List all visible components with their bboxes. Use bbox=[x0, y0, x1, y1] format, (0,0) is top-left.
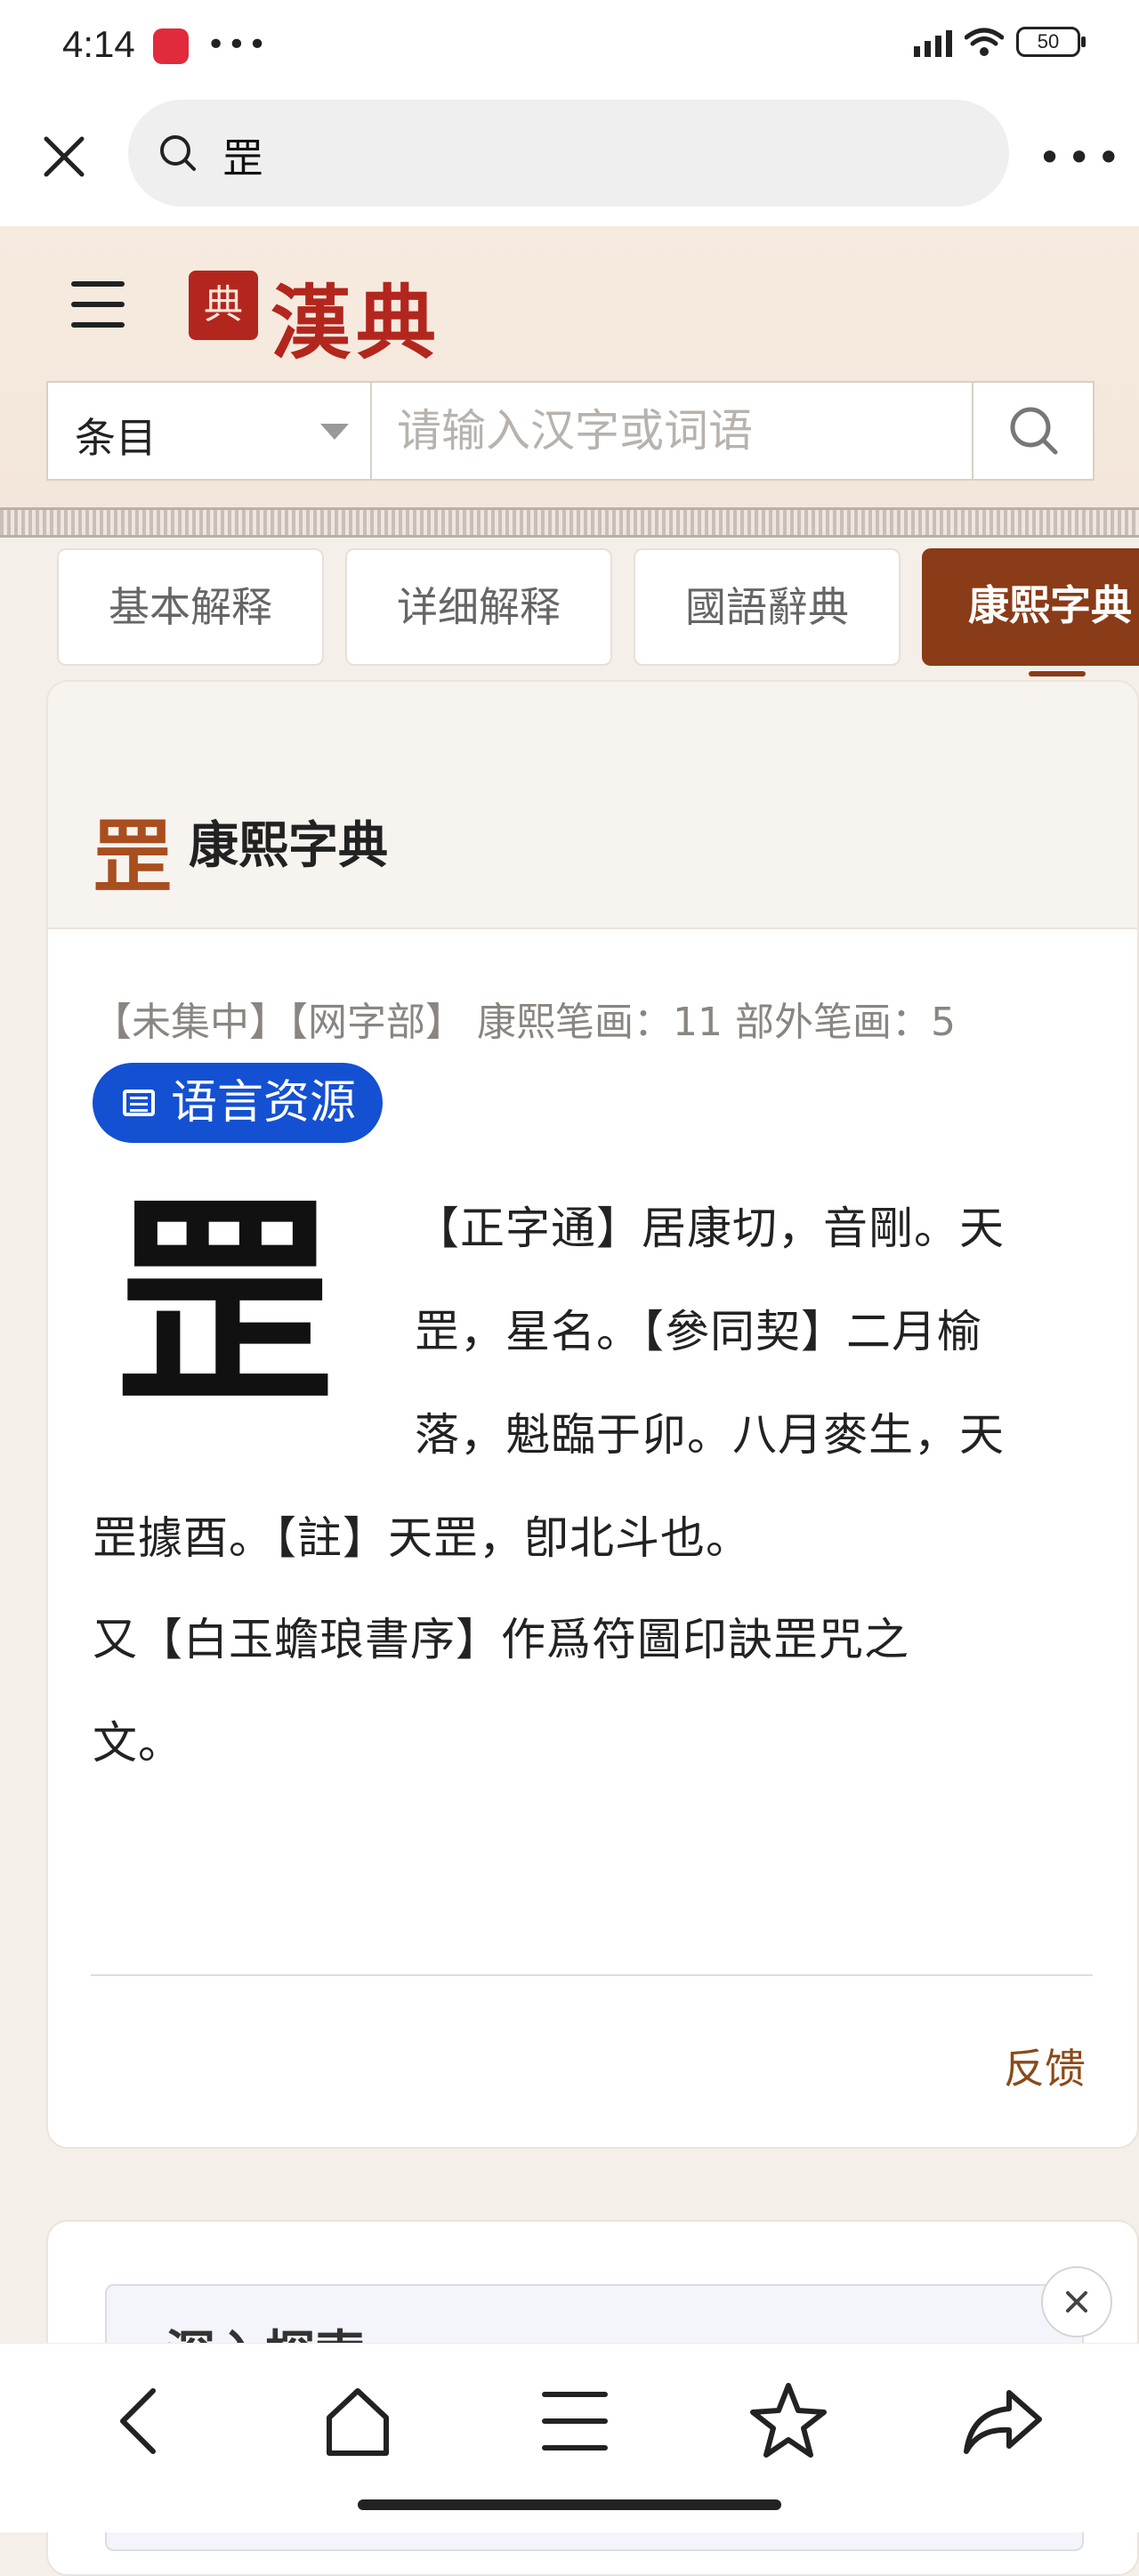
tab-kangxi-dictionary[interactable]: 康熙字典 bbox=[922, 548, 1139, 666]
tab-basic-explanation[interactable]: 基本解释 bbox=[57, 548, 324, 666]
status-more-dots: ••• bbox=[206, 27, 269, 63]
hamburger-menu-icon[interactable] bbox=[71, 281, 125, 328]
language-resource-button[interactable]: 语言资源 bbox=[93, 1063, 384, 1143]
logo-seal[interactable]: 典 bbox=[189, 271, 258, 340]
address-query[interactable]: 罡 bbox=[222, 126, 263, 185]
menu-icon[interactable] bbox=[530, 2377, 619, 2466]
status-time: 4:14 bbox=[62, 23, 135, 65]
document-icon bbox=[123, 1090, 155, 1116]
entry-meta: 【未集中】【网字部】 康熙笔画：11 部外笔画：5 bbox=[93, 1000, 956, 1045]
entry-text-line: 罡，星名。【參同契】二月榆 bbox=[415, 1306, 982, 1357]
divider bbox=[91, 1974, 1093, 1976]
tab-guoyu-dictionary[interactable]: 國語辭典 bbox=[634, 548, 901, 666]
battery-level: 50 bbox=[1037, 30, 1060, 53]
close-icon bbox=[1066, 2291, 1087, 2313]
browser-more-menu[interactable]: ••• bbox=[1038, 134, 1126, 182]
kangxi-glyph-image: 罡 bbox=[114, 1173, 336, 1435]
search-icon bbox=[160, 135, 196, 171]
site-logo[interactable]: 漢典 bbox=[271, 258, 441, 374]
entry-dictionary-title: 康熙字典 bbox=[189, 817, 388, 875]
entry-text-line: 落，魁臨于卯。八月麥生，天 bbox=[415, 1409, 1005, 1461]
feedback-link[interactable]: 反馈 bbox=[1004, 2037, 1086, 2095]
close-icon[interactable] bbox=[39, 132, 89, 182]
app-notification-icon bbox=[153, 28, 189, 64]
bookmark-star-icon[interactable] bbox=[744, 2377, 833, 2466]
entry-character: 罡 bbox=[93, 810, 173, 904]
wifi-icon bbox=[965, 28, 1004, 56]
search-input[interactable] bbox=[374, 383, 972, 479]
entry-text-line: 文。 bbox=[93, 1717, 183, 1769]
cellular-signal-icon bbox=[914, 27, 952, 57]
chevron-down-icon[interactable] bbox=[320, 424, 349, 440]
close-button[interactable] bbox=[1041, 2266, 1112, 2337]
search-icon bbox=[1010, 407, 1058, 455]
decorative-border bbox=[0, 507, 1139, 538]
home-indicator[interactable] bbox=[358, 2499, 781, 2510]
search-category-label[interactable]: 条目 bbox=[75, 406, 157, 465]
entry-text-line: 【正字通】居康切，音剛。天 bbox=[415, 1203, 1005, 1254]
back-icon[interactable] bbox=[96, 2377, 185, 2466]
share-icon[interactable] bbox=[957, 2377, 1046, 2466]
tab-detailed-explanation[interactable]: 详细解释 bbox=[345, 548, 612, 666]
language-resource-label: 语言资源 bbox=[171, 1076, 357, 1130]
search-button[interactable] bbox=[972, 383, 1093, 479]
entry-text-line: 罡據酉。【註】天罡，卽北斗也。 bbox=[93, 1512, 751, 1564]
status-indicators: 50 bbox=[914, 27, 1086, 57]
active-tab-indicator bbox=[1029, 671, 1086, 676]
home-icon[interactable] bbox=[313, 2377, 402, 2466]
entry-text-line: 又【白玉蟾琅書序】作爲符圖印訣罡咒之 bbox=[93, 1614, 909, 1665]
battery-icon: 50 bbox=[1016, 27, 1086, 57]
